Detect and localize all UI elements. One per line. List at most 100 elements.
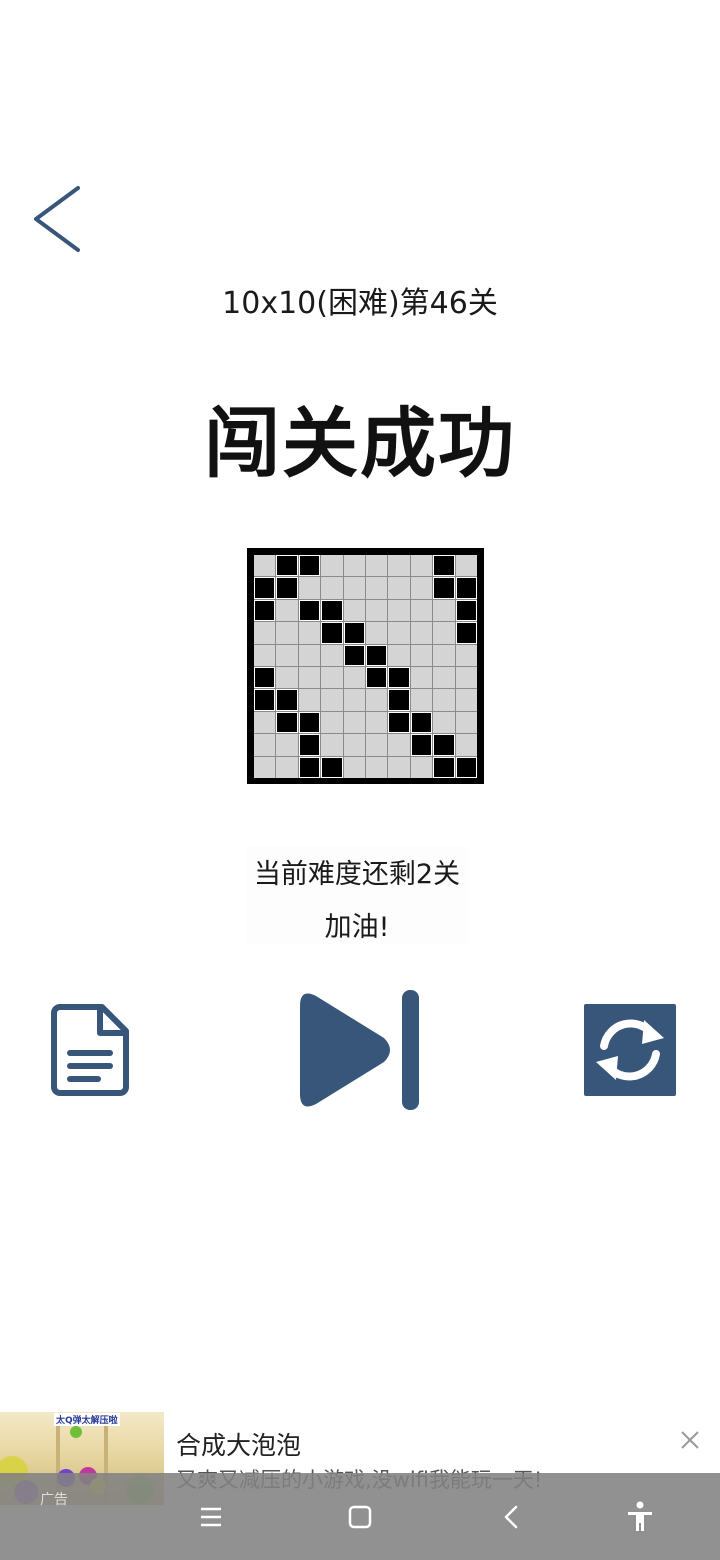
grid-cell-filled <box>433 577 455 599</box>
skip-next-icon <box>300 990 419 1110</box>
grid-cell-empty <box>321 689 343 711</box>
ad-label: 广告 <box>40 1492 68 1508</box>
grid-cell-filled <box>321 756 343 778</box>
grid-cell-filled <box>388 666 410 689</box>
grid-cell-filled <box>343 622 365 644</box>
grid-cell-empty <box>343 666 365 689</box>
grid-cell-empty <box>388 734 410 756</box>
grid-cell-filled <box>365 644 388 666</box>
cheer-text: 加油! <box>324 912 390 943</box>
grid-cell-filled <box>455 577 477 599</box>
grid-cell-empty <box>410 555 433 577</box>
grid-cell-empty <box>298 689 321 711</box>
grid-cell-filled <box>455 599 477 622</box>
grid-cell-empty <box>298 666 321 689</box>
grid-cell-filled <box>455 622 477 644</box>
accessibility-icon <box>628 1501 652 1531</box>
grid-cell-filled <box>298 555 321 577</box>
grid-cell-empty <box>343 555 365 577</box>
menu-icon <box>201 1507 221 1527</box>
grid-cell-empty <box>410 666 433 689</box>
grid-cell-empty <box>388 622 410 644</box>
grid-cell-empty <box>433 689 455 711</box>
grid-cell-empty <box>343 689 365 711</box>
nav-menu-button[interactable] <box>191 1501 231 1533</box>
grid-cell-filled <box>298 711 321 734</box>
grid-cell-filled <box>254 689 276 711</box>
grid-cell-empty <box>343 756 365 778</box>
system-navigation-bar <box>0 1473 720 1560</box>
grid-cell-empty <box>433 644 455 666</box>
ad-close-button[interactable] <box>676 1426 704 1454</box>
progress-message: 当前难度还剩2关 加油! <box>246 846 468 944</box>
grid-cell-empty <box>343 577 365 599</box>
grid-cell-empty <box>365 577 388 599</box>
grid-cell-filled <box>410 711 433 734</box>
grid-cell-empty <box>321 555 343 577</box>
grid-cell-filled <box>298 734 321 756</box>
grid-cell-empty <box>433 711 455 734</box>
grid-cell-filled <box>321 599 343 622</box>
grid-cell-filled <box>276 577 298 599</box>
grid-cell-filled <box>388 689 410 711</box>
grid-cell-empty <box>254 622 276 644</box>
grid-cell-empty <box>254 644 276 666</box>
close-icon <box>681 1431 699 1449</box>
grid-cell-empty <box>276 666 298 689</box>
grid-cell-filled <box>276 555 298 577</box>
ad-title[interactable]: 合成大泡泡 <box>176 1426 301 1462</box>
grid-cell-filled <box>276 711 298 734</box>
grid-cell-empty <box>433 599 455 622</box>
grid-cell-empty <box>276 599 298 622</box>
grid-cell-empty <box>455 734 477 756</box>
grid-cell-filled <box>298 756 321 778</box>
grid-cell-filled <box>343 644 365 666</box>
nav-accessibility-button[interactable] <box>620 1501 660 1533</box>
grid-cell-empty <box>455 711 477 734</box>
grid-cell-filled <box>455 756 477 778</box>
nav-home-button[interactable] <box>340 1501 380 1533</box>
grid-cell-empty <box>276 644 298 666</box>
grid-cell-filled <box>298 599 321 622</box>
result-title: 闯关成功 <box>204 399 516 488</box>
ad-thumbnail-caption: 太Q弹太解压啦 <box>54 1413 120 1426</box>
grid-cell-empty <box>343 734 365 756</box>
grid-cell-filled <box>410 734 433 756</box>
grid-cell-empty <box>433 666 455 689</box>
grid-cell-empty <box>410 599 433 622</box>
grid-cell-empty <box>365 711 388 734</box>
grid-cell-filled <box>365 666 388 689</box>
grid-cell-filled <box>321 622 343 644</box>
grid-cell-empty <box>455 666 477 689</box>
nav-back-button[interactable] <box>492 1501 532 1533</box>
grid-cell-empty <box>254 711 276 734</box>
grid-cell-empty <box>388 644 410 666</box>
next-level-button[interactable] <box>296 988 422 1112</box>
grid-cell-empty <box>410 622 433 644</box>
grid-cell-empty <box>388 756 410 778</box>
grid-cell-empty <box>276 622 298 644</box>
back-button[interactable] <box>28 182 88 256</box>
chevron-left-icon <box>34 186 80 252</box>
grid-cell-empty <box>254 756 276 778</box>
grid-cell-empty <box>410 689 433 711</box>
grid-cell-empty <box>388 577 410 599</box>
back-icon <box>504 1505 518 1529</box>
grid-cell-empty <box>343 599 365 622</box>
rules-button[interactable] <box>50 1003 130 1097</box>
document-icon <box>51 1004 129 1096</box>
grid-cell-empty <box>276 756 298 778</box>
grid-cell-empty <box>343 711 365 734</box>
grid-cell-empty <box>365 599 388 622</box>
grid-cell-empty <box>321 644 343 666</box>
grid-cell-empty <box>254 734 276 756</box>
restart-button[interactable] <box>584 1004 676 1096</box>
grid-cell-empty <box>455 644 477 666</box>
grid-cell-empty <box>254 555 276 577</box>
grid-cell-empty <box>433 622 455 644</box>
grid-cell-empty <box>388 555 410 577</box>
grid-cell-filled <box>254 666 276 689</box>
grid-cell-empty <box>298 644 321 666</box>
grid-cell-empty <box>276 734 298 756</box>
grid-cell-empty <box>298 577 321 599</box>
